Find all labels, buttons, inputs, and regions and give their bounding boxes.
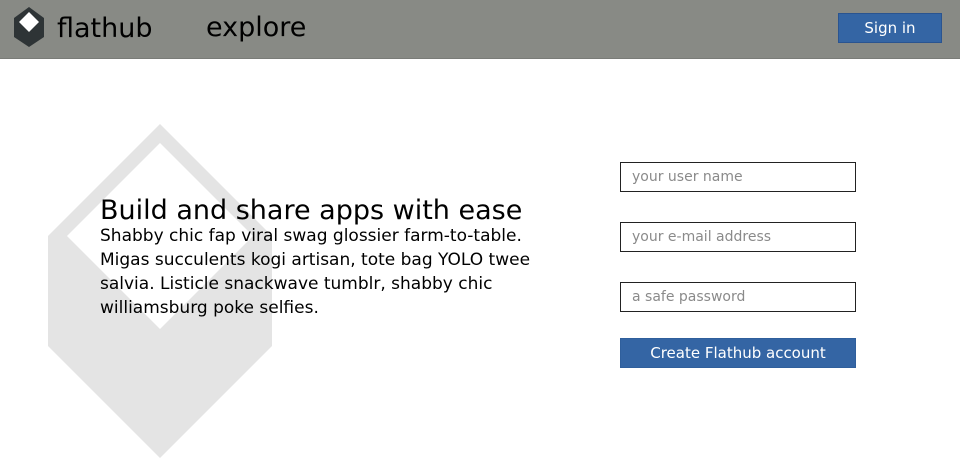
- hero-headline: Build and share apps with ease: [100, 195, 523, 226]
- top-bar: flathub explore Sign in: [0, 0, 960, 59]
- nav-explore-link[interactable]: explore: [206, 11, 306, 45]
- username-input[interactable]: [620, 162, 856, 192]
- brand-name[interactable]: flathub: [57, 12, 153, 46]
- sign-in-button[interactable]: Sign in: [838, 13, 942, 43]
- password-input[interactable]: [620, 282, 856, 312]
- email-input[interactable]: [620, 222, 856, 252]
- create-account-button[interactable]: Create Flathub account: [620, 338, 856, 368]
- flathub-logo-icon[interactable]: [13, 6, 45, 48]
- hero-description: Shabby chic fap viral swag glossier farm…: [100, 226, 531, 318]
